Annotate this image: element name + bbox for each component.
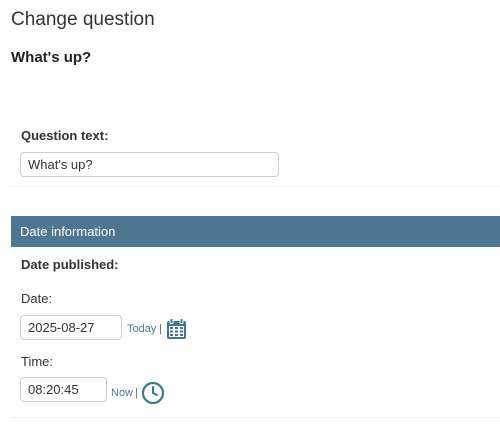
calendar-icon[interactable] [166,318,187,345]
date-label: Date: [21,291,53,306]
time-label: Time: [21,354,54,369]
object-title: What's up? [11,49,92,66]
time-shortcut-separator: | [135,387,138,399]
page-title: Change question [11,9,155,30]
date-input[interactable] [20,315,122,340]
question-text-input[interactable] [20,152,279,177]
now-link[interactable]: Now [111,386,133,400]
date-shortcut-separator: | [159,323,162,335]
question-text-label: Question text: [21,128,109,143]
today-link[interactable]: Today [127,322,156,336]
divider [11,417,500,418]
time-input[interactable] [20,377,107,402]
date-published-label: Date published: [21,257,119,272]
date-information-header: Date information [11,216,500,247]
clock-icon[interactable] [141,381,165,410]
divider [11,186,500,187]
